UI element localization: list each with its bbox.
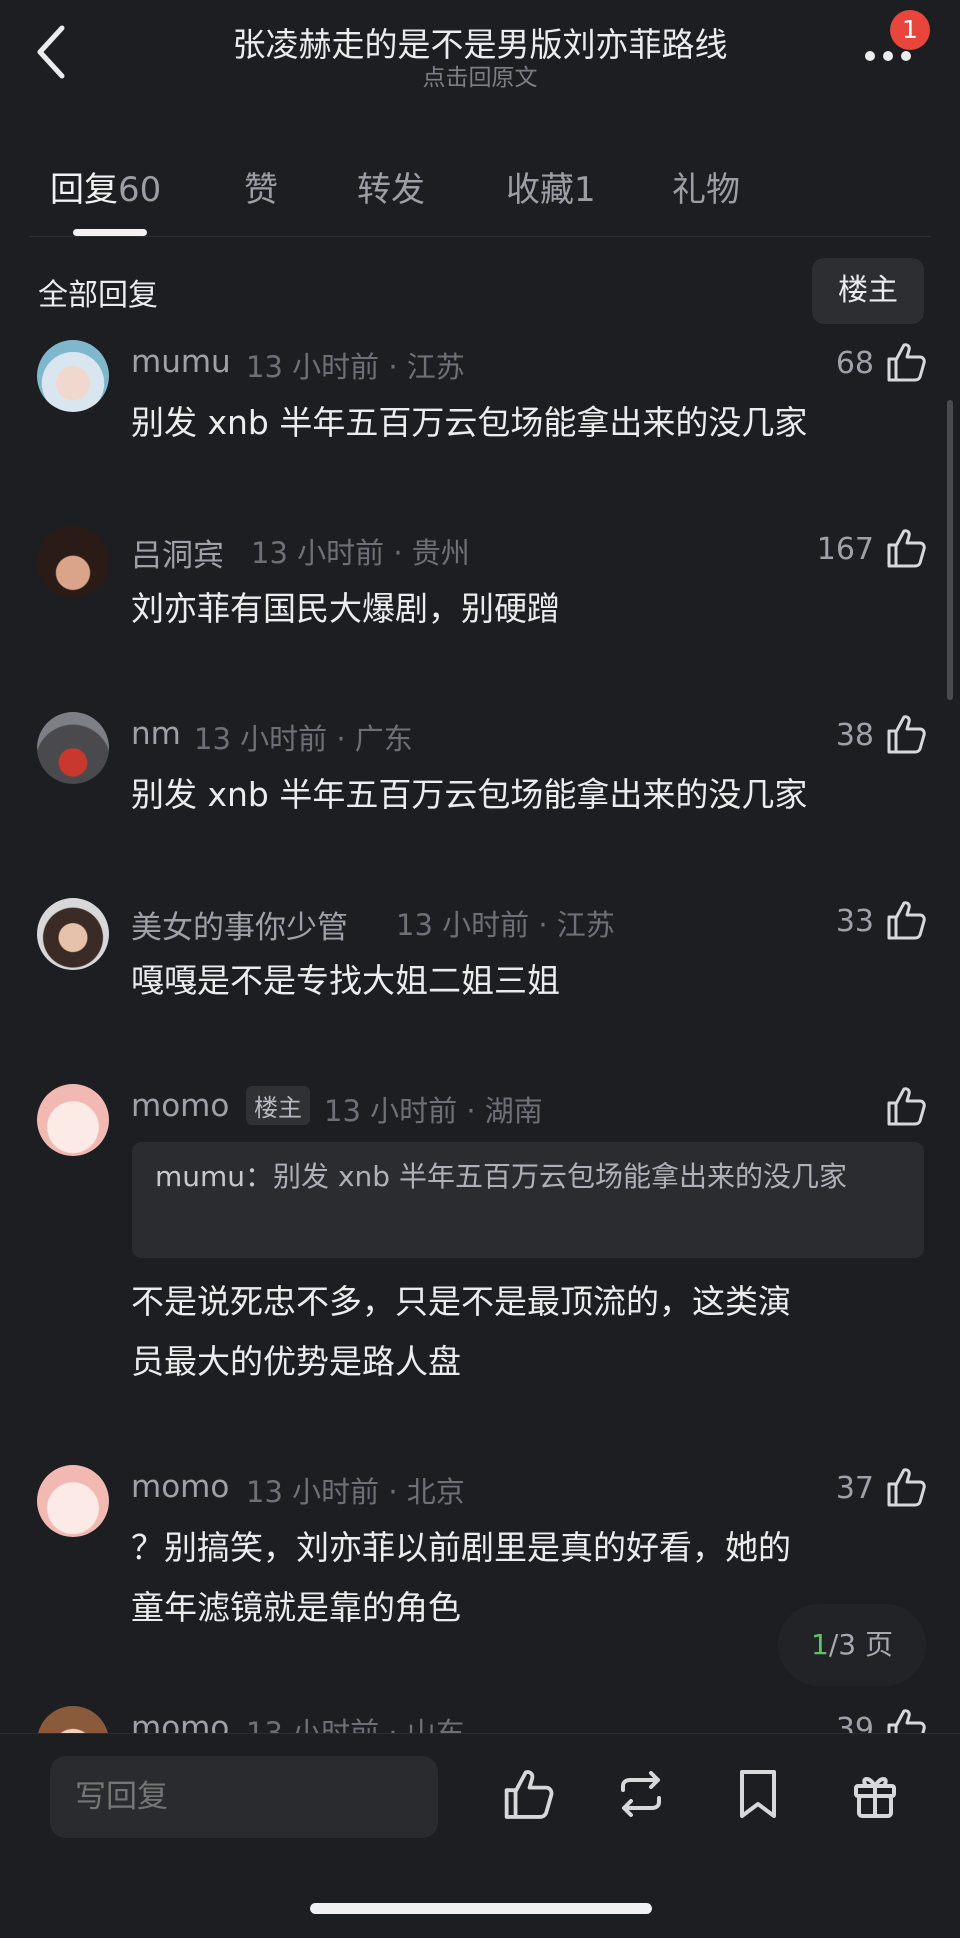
tab-likes[interactable]: 赞	[244, 162, 278, 211]
avatar[interactable]	[37, 898, 109, 970]
like-count: 33	[835, 904, 874, 939]
bookmark-icon[interactable]	[730, 1766, 786, 1822]
comment-username[interactable]: 美女的事你少管	[131, 902, 348, 947]
tab-replies-label: 回复	[50, 170, 118, 210]
comment-meta: 13 小时前 · 北京	[246, 1475, 465, 1509]
comment-meta: 13 小时前 · 湖南	[324, 1094, 543, 1128]
tab-active-indicator	[73, 229, 147, 236]
like-count: 38	[835, 718, 874, 753]
quoted-content: 别发 xnb 半年五百万云包场能拿出来的没几家	[273, 1160, 847, 1193]
op-badge: 楼主	[246, 1086, 310, 1125]
tab-replies[interactable]: 回复60	[50, 162, 161, 211]
thumbs-up-icon[interactable]	[883, 1465, 927, 1509]
avatar[interactable]	[37, 1084, 109, 1156]
scrollbar[interactable]	[947, 400, 953, 700]
comment-text-line2: 员最大的优势是路人盘	[131, 1342, 461, 1381]
avatar[interactable]	[37, 1465, 109, 1537]
tab-favorites-count: 1	[574, 170, 596, 210]
comment-text-line1: 不是说死忠不多，只是不是最顶流的，这类演	[131, 1282, 791, 1321]
page-indicator[interactable]: 1/3 页	[778, 1604, 926, 1686]
repost-icon[interactable]	[613, 1766, 669, 1822]
like-count: 167	[816, 532, 874, 567]
tab-gifts[interactable]: 礼物	[672, 162, 740, 211]
gift-icon[interactable]	[847, 1766, 903, 1822]
divider	[30, 236, 930, 237]
comment-username[interactable]: nm	[131, 716, 181, 752]
current-page: 1	[811, 1628, 829, 1661]
reply-input[interactable]	[50, 1756, 438, 1838]
thumbs-up-icon[interactable]	[883, 898, 927, 942]
thumbs-up-icon[interactable]	[883, 340, 927, 384]
like-count: 37	[835, 1471, 874, 1506]
back-to-original-link[interactable]: 点击回原文	[0, 58, 960, 92]
comment-meta: 13 小时前 · 广东	[194, 722, 413, 756]
comment-meta: 13 小时前 · 江苏	[246, 350, 465, 384]
comment-text: 刘亦菲有国民大爆剧，别硬蹭	[131, 589, 560, 628]
quoted-username: mumu：	[155, 1160, 274, 1193]
thumbs-up-icon[interactable]	[883, 712, 927, 756]
notification-badge: 1	[890, 10, 930, 50]
comment-meta: 13 小时前 · 江苏	[396, 908, 615, 942]
op-only-button[interactable]: 楼主	[812, 258, 924, 324]
tab-favorites-label: 收藏	[506, 170, 574, 210]
comment-meta: 13 小时前 · 贵州	[251, 536, 470, 570]
comment-username[interactable]: 吕洞宾	[131, 530, 224, 575]
comment-text: 嘎嘎是不是专找大姐二姐三姐	[131, 961, 560, 1000]
comment-text: 别发 xnb 半年五百万云包场能拿出来的没几家	[131, 775, 808, 814]
thumbs-up-icon[interactable]	[883, 526, 927, 570]
total-pages: /3 页	[828, 1628, 893, 1661]
comment-username[interactable]: momo	[131, 1088, 229, 1124]
home-indicator[interactable]	[310, 1903, 652, 1914]
all-replies-label: 全部回复	[38, 278, 158, 313]
like-count: 68	[835, 346, 874, 381]
avatar[interactable]	[37, 712, 109, 784]
tab-favorites[interactable]: 收藏1	[506, 162, 596, 211]
avatar[interactable]	[37, 340, 109, 412]
comment-username[interactable]: mumu	[131, 344, 231, 380]
comment-text: 别发 xnb 半年五百万云包场能拿出来的没几家	[131, 403, 808, 442]
comment-username[interactable]: momo	[131, 1469, 229, 1505]
tab-replies-count: 60	[118, 170, 162, 210]
like-icon[interactable]	[499, 1766, 555, 1822]
avatar[interactable]	[37, 526, 109, 598]
tab-reposts[interactable]: 转发	[357, 162, 425, 211]
thumbs-up-icon[interactable]	[883, 1084, 927, 1128]
quoted-reply-text: mumu：别发 xnb 半年五百万云包场能拿出来的没几家	[155, 1155, 900, 1198]
comment-text-line1: ？别搞笑，刘亦菲以前剧里是真的好看，她的	[131, 1528, 791, 1567]
